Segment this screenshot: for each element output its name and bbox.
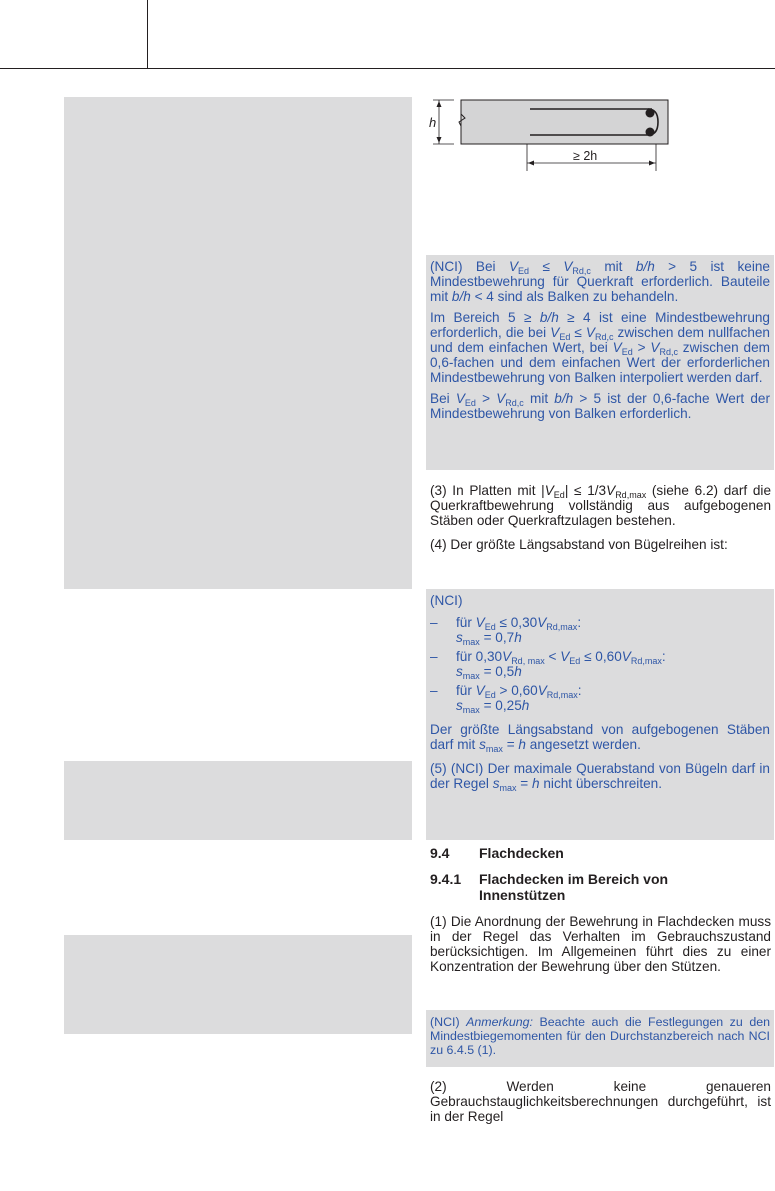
dim-2h-label: ≥ 2h [573, 149, 597, 163]
nci-label: (NCI) [430, 593, 463, 608]
list-item: – für VEd ≤ 0,30VRd,max: smax = 0,7h [430, 615, 582, 647]
header-divider [147, 0, 148, 69]
paragraph-2: (2) Werden keine genaueren Gebrauchstaug… [430, 1079, 771, 1124]
section-heading: 9.4 Flachdecken [430, 845, 564, 861]
subsection-heading: 9.4.1 Flachdecken im Bereich von Innenst… [430, 871, 669, 903]
dim-2h-arrow-right [649, 160, 655, 166]
slab-section [460, 99, 669, 145]
header-rule [0, 68, 775, 69]
list-item: – für VEd > 0,60VRd,max: smax = 0,25h [430, 683, 582, 715]
body-text-paragraphs-3-4: (3) In Platten mit |VEd| ≤ 1/3VRd,max (s… [430, 483, 771, 552]
rebar-dot-bottom [645, 127, 655, 137]
dim-h-label: h [429, 115, 436, 130]
nci-paragraph-aufgebogen: Der größte Längsabstand von aufgebogenen… [430, 722, 770, 754]
margin-block-3 [64, 935, 412, 1034]
nci-block-bugelabstand: (NCI) – für VEd ≤ 0,30VRd,max: smax = 0,… [426, 589, 774, 840]
nci-paragraph-5: (5) (NCI) Der maximale Querabstand von B… [430, 761, 770, 793]
list-item: – für 0,30VRd, max < VEd ≤ 0,60VRd,max: … [430, 649, 666, 681]
nci-note: (NCI) Anmerkung: Beachte auch die Festle… [426, 1010, 774, 1067]
paragraph-1: (1) Die Anordnung der Bewehrung in Flach… [430, 914, 771, 974]
slab-figure: h ≥ 2h [429, 99, 669, 171]
dim-2h-arrow-left [528, 160, 534, 166]
paragraph-1-container: (1) Die Anordnung der Bewehrung in Flach… [430, 914, 771, 974]
nci-block-mindestbewehrung: (NCI) Bei VEd ≤ VRd,c mit b/h > 5 ist ke… [426, 255, 774, 470]
dim-h-arrow-top [436, 101, 442, 107]
nci-paragraph-1: (NCI) Bei VEd ≤ VRd,c mit b/h > 5 ist ke… [430, 259, 770, 304]
nci-paragraph-3: Bei VEd > VRd,c mit b/h > 5 ist der 0,6-… [430, 391, 770, 421]
nci-paragraph-2: Im Bereich 5 ≥ b/h ≥ 4 ist eine Mindestb… [430, 310, 770, 385]
dim-h-arrow-bottom [436, 137, 442, 143]
paragraph-4: (4) Der größte Längsabstand von Bügelrei… [430, 537, 728, 552]
paragraph-2-container: (2) Werden keine genaueren Gebrauchstaug… [430, 1079, 771, 1124]
margin-block-2 [64, 761, 412, 840]
margin-block-1 [64, 97, 412, 589]
rebar-dot-top [645, 108, 655, 118]
paragraph-3: (3) In Platten mit |VEd| ≤ 1/3VRd,max (s… [430, 483, 772, 528]
nci-note-text: (NCI) Anmerkung: Beachte auch die Festle… [430, 1015, 770, 1057]
